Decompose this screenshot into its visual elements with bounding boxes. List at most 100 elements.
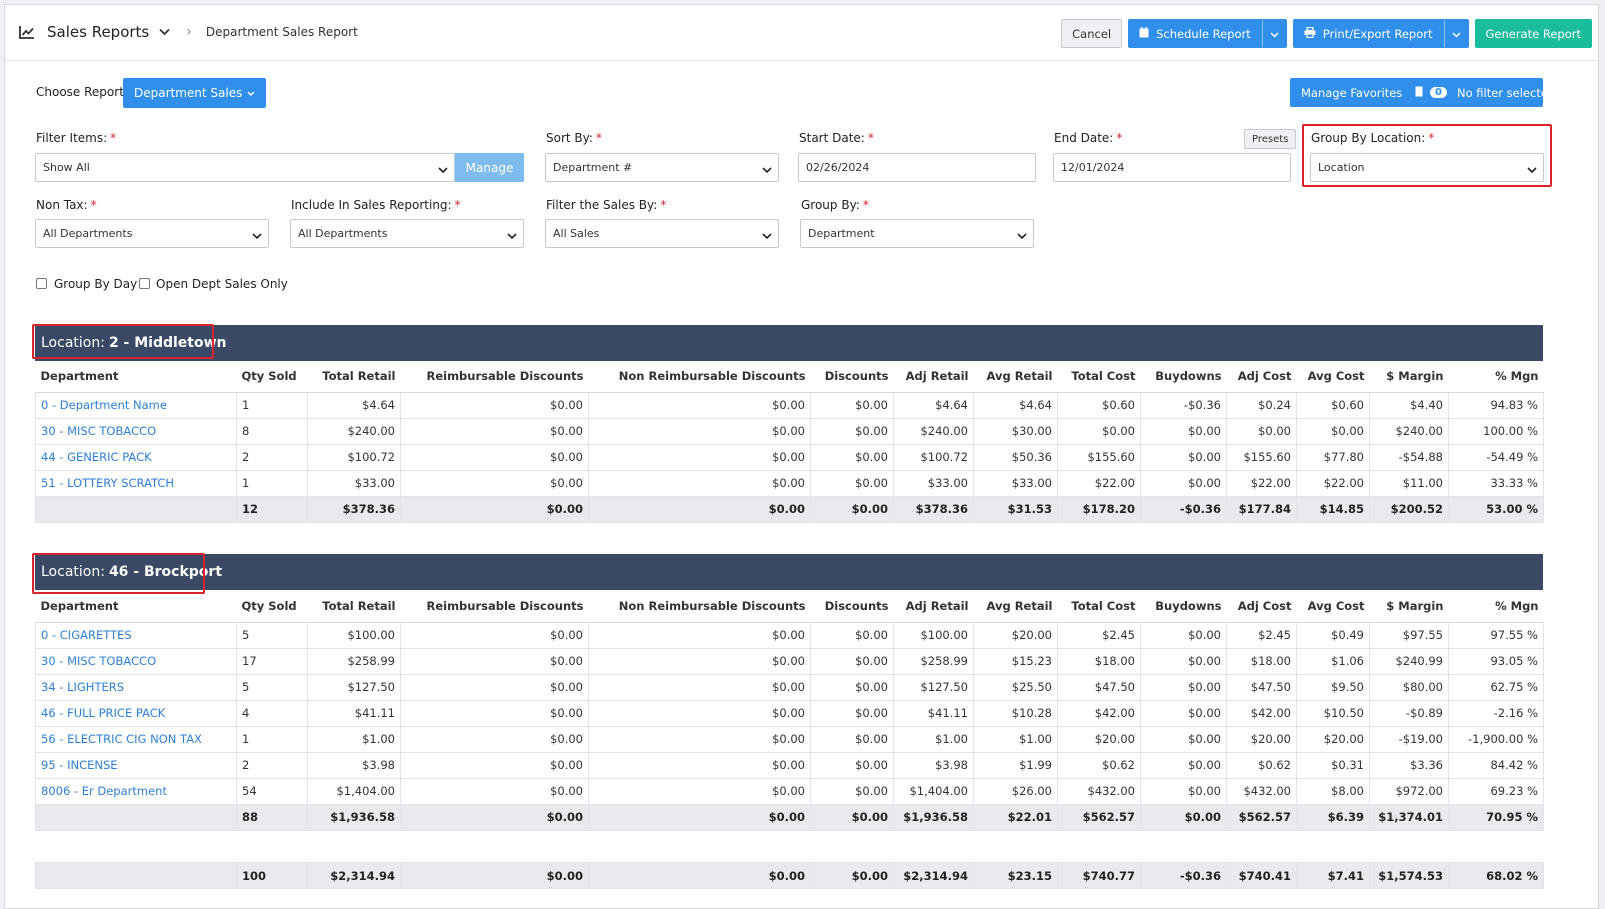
department-link[interactable]: 0 - Department Name [41, 398, 167, 412]
department-link[interactable]: 30 - MISC TOBACCO [41, 654, 156, 668]
table-cell [35, 862, 237, 889]
location-header: Location: 46 - Brockport [35, 554, 1543, 590]
group-by-select[interactable]: Department [800, 219, 1034, 248]
table-cell: $100.72 [307, 443, 401, 471]
table-cell: 100.00 % [1448, 417, 1544, 445]
print-export-split: Print/Export Report [1292, 19, 1469, 48]
column-header: % Mgn [1448, 591, 1544, 623]
table-cell: $0.00 [588, 673, 811, 701]
schedule-report-split: Schedule Report [1128, 19, 1287, 48]
header-actions: Cancel Schedule Report Print/Export Repo… [1061, 19, 1592, 48]
table-cell: 53.00 % [1448, 495, 1544, 523]
cancel-button[interactable]: Cancel [1061, 19, 1123, 48]
end-date-input[interactable]: 12/01/2024 [1053, 153, 1291, 182]
generate-report-button[interactable]: Generate Report [1474, 19, 1592, 48]
column-header: Avg Retail [973, 361, 1058, 393]
department-link[interactable]: 51 - LOTTERY SCRATCH [41, 476, 174, 490]
chevron-down-icon [1527, 164, 1537, 177]
group-by-location-select[interactable]: Location [1310, 153, 1544, 182]
column-header: Adj Cost [1226, 591, 1297, 623]
table-cell: 12 [236, 495, 308, 523]
table-cell: $23.15 [973, 862, 1058, 889]
table-cell: $41.11 [307, 699, 401, 727]
schedule-report-button[interactable]: Schedule Report [1128, 19, 1262, 48]
print-export-dropdown[interactable] [1443, 19, 1469, 48]
presets-button[interactable]: Presets [1244, 129, 1297, 149]
table-cell: 62.75 % [1448, 673, 1544, 701]
column-header: Adj Retail [893, 591, 974, 623]
table-cell: $0.00 [588, 391, 811, 419]
table-cell: -1,900.00 % [1448, 725, 1544, 753]
table-row: 46 - FULL PRICE PACK 4 $41.11 $0.00 $0.00 $0.… [35, 699, 1544, 727]
include-sales-select[interactable]: All Departments [290, 219, 524, 248]
table-cell: $20.00 [1226, 725, 1297, 753]
department-link[interactable]: 95 - INCENSE [41, 758, 118, 772]
app-title[interactable]: Sales Reports [47, 23, 149, 41]
table-cell: $0.00 [810, 443, 894, 471]
table-cell: $0.00 [588, 699, 811, 727]
table-cell: $0.00 [1140, 443, 1227, 471]
app-frame: Sales Reports › Department Sales Report … [4, 4, 1599, 909]
table-cell: $155.60 [1057, 443, 1141, 471]
table-cell: -$0.36 [1140, 495, 1227, 523]
table-cell: $80.00 [1369, 673, 1449, 701]
open-dept-sales-checkbox[interactable] [139, 278, 150, 289]
table-cell: $0.62 [1226, 751, 1297, 779]
table-cell: -$19.00 [1369, 725, 1449, 753]
table-cell: 0 - CIGARETTES [35, 621, 237, 649]
column-header: Non Reimbursable Discounts [588, 361, 811, 393]
table-cell: $0.00 [810, 803, 894, 831]
include-sales-value: All Departments [298, 227, 388, 240]
department-link[interactable]: 8006 - Er Department [41, 784, 167, 798]
sort-by-select[interactable]: Department # [545, 153, 779, 182]
choose-report-dropdown[interactable]: Department Sales [123, 78, 267, 108]
start-date-label: Start Date: * [799, 131, 874, 145]
table-cell: 1 [236, 725, 308, 753]
manage-button[interactable]: Manage [455, 153, 524, 182]
top-bar: Sales Reports › Department Sales Report … [5, 5, 1598, 61]
filter-items-select[interactable]: Show All [35, 153, 455, 182]
filter-status-button[interactable]: 0 No filter selected [1404, 78, 1555, 107]
table-cell: 30 - MISC TOBACCO [35, 417, 237, 445]
table-cell: $100.00 [307, 621, 401, 649]
table-cell: $200.52 [1369, 495, 1449, 523]
table-cell: $177.84 [1226, 495, 1297, 523]
table-cell: 5 [236, 621, 308, 649]
table-cell: $0.00 [810, 391, 894, 419]
filter-sales-by-label: Filter the Sales By: * [546, 198, 667, 212]
department-link[interactable]: 56 - ELECTRIC CIG NON TAX [41, 732, 202, 746]
table-row: 8006 - Er Department 54 $1,404.00 $0.00 $0.0… [35, 777, 1544, 805]
table-cell: $4.64 [973, 391, 1058, 419]
column-header: Avg Retail [973, 591, 1058, 623]
table-header-row: Department Qty Sold Total Retail Reimbursab… [35, 361, 1544, 393]
department-link[interactable]: 34 - LIGHTERS [41, 680, 124, 694]
table-cell: $18.00 [1057, 647, 1141, 675]
table-cell: $22.00 [1226, 469, 1297, 497]
group-by-day-checkbox[interactable] [36, 278, 47, 289]
total-row: 12 $378.36 $0.00 $0.00 $0.00 $378.36 $31.53 $17… [35, 495, 1544, 523]
table-cell: $0.00 [810, 417, 894, 445]
schedule-report-label: Schedule Report [1156, 26, 1251, 41]
department-link[interactable]: 44 - GENERIC PACK [41, 450, 152, 464]
department-link[interactable]: 0 - CIGARETTES [41, 628, 132, 642]
start-date-input[interactable]: 02/26/2024 [798, 153, 1036, 182]
department-link[interactable]: 30 - MISC TOBACCO [41, 424, 156, 438]
table-cell: $0.00 [1140, 417, 1227, 445]
chevron-down-icon[interactable] [159, 25, 170, 39]
table-cell: $0.00 [1296, 417, 1370, 445]
calendar-icon [1139, 26, 1149, 41]
table-cell: $0.00 [400, 647, 589, 675]
print-export-button[interactable]: Print/Export Report [1292, 19, 1444, 48]
table-cell: $0.00 [1140, 621, 1227, 649]
table-cell: $0.00 [400, 391, 589, 419]
table-cell: $3.98 [307, 751, 401, 779]
column-header: Buydowns [1140, 591, 1227, 623]
table-cell: $258.99 [307, 647, 401, 675]
schedule-report-dropdown[interactable] [1261, 19, 1287, 48]
table-cell: $0.00 [1140, 803, 1227, 831]
non-tax-select[interactable]: All Departments [35, 219, 269, 248]
filter-sales-by-select[interactable]: All Sales [545, 219, 779, 248]
department-link[interactable]: 46 - FULL PRICE PACK [41, 706, 165, 720]
manage-favorites-button[interactable]: Manage Favorites [1290, 78, 1414, 107]
table-cell: $31.53 [973, 495, 1058, 523]
